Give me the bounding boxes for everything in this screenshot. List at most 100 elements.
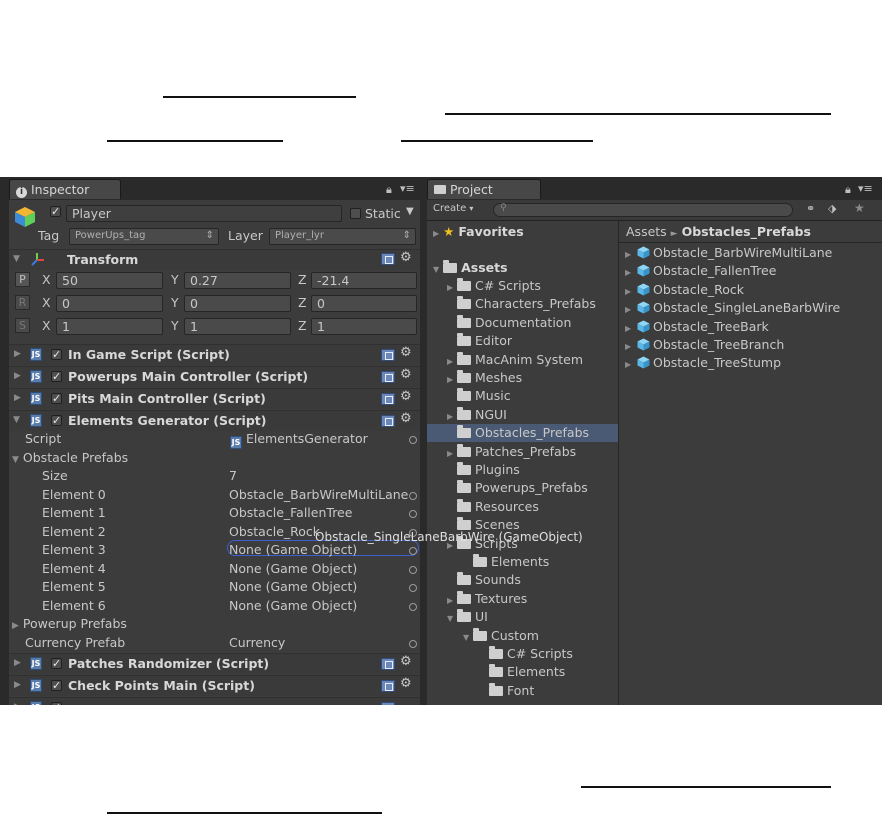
prefab-item[interactable]: ▶ Obstacle_TreeStump <box>625 355 781 370</box>
tree-item[interactable]: Music <box>447 388 511 403</box>
panel-menu-icon[interactable]: ▾≡ <box>858 182 873 195</box>
favorite-star-icon[interactable]: ★ <box>854 201 865 215</box>
prefab-item[interactable]: ▶ Obstacle_FallenTree <box>625 263 776 278</box>
position-y-field[interactable]: 0.27 <box>184 272 291 289</box>
rotation-y-field[interactable]: 0 <box>184 295 291 312</box>
element-object-field[interactable]: None (Game Object) <box>229 598 357 613</box>
transform-header[interactable]: ▼ Transform ⚙ <box>9 249 420 270</box>
currency-prefab-field[interactable]: Currency <box>229 635 285 650</box>
tree-item[interactable]: Sounds <box>447 572 521 587</box>
element-object-field[interactable]: Obstacle_FallenTree <box>229 505 352 520</box>
component-in-game-script[interactable]: ▶ JS ✓ In Game Script (Script) ⚙ <box>9 344 420 365</box>
position-x-field[interactable]: 50 <box>56 272 163 289</box>
help-book-icon[interactable] <box>381 371 395 383</box>
tree-item[interactable]: ▶ Patches_Prefabs <box>447 443 576 459</box>
element-object-field[interactable]: Obstacle_BarbWireMultiLane <box>229 487 408 502</box>
filter-type-icon[interactable]: ⚭ <box>806 202 815 215</box>
object-picker-icon[interactable] <box>409 640 417 648</box>
object-name-field[interactable]: Player <box>66 205 342 222</box>
gear-icon[interactable]: ⚙ <box>400 250 412 265</box>
help-book-icon[interactable] <box>381 680 395 692</box>
rotation-x-field[interactable]: 0 <box>56 295 163 312</box>
tree-item[interactable]: Plugins <box>447 462 520 477</box>
fold-closed-icon[interactable]: ▶ <box>14 680 21 690</box>
scale-x-field[interactable]: 1 <box>56 318 163 335</box>
element-object-field[interactable]: Obstacle_Rock <box>229 524 320 539</box>
tree-item[interactable]: Powerups_Prefabs <box>447 480 588 495</box>
object-picker-icon[interactable] <box>409 566 417 574</box>
fold-open-icon[interactable]: ▼ <box>13 415 20 425</box>
tree-item[interactable]: Elements <box>463 554 549 569</box>
help-book-icon[interactable] <box>381 393 395 405</box>
breadcrumb-root[interactable]: Assets <box>626 224 667 239</box>
position-button[interactable]: P <box>15 272 30 287</box>
panel-menu-icon[interactable]: ▾≡ <box>400 182 415 195</box>
component-pits-main-controller[interactable]: ▶ JS ✓ Pits Main Controller (Script) ⚙ <box>9 388 420 409</box>
component-row-partial[interactable]: ▶ JS ✓ <box>9 697 420 705</box>
component-check-points-main[interactable]: ▶ JS ✓ Check Points Main (Script) ⚙ <box>9 675 420 696</box>
help-book-icon[interactable] <box>381 658 395 670</box>
favorites-item[interactable]: ▶ ★ Favorites <box>433 224 524 239</box>
tree-item[interactable]: Documentation <box>447 314 571 330</box>
enabled-checkbox[interactable]: ✓ <box>51 371 62 382</box>
powerup-prefabs-foldout[interactable]: ▶ Powerup Prefabs <box>12 616 127 631</box>
prefab-item[interactable]: ▶ Obstacle_BarbWireMultiLane <box>625 245 832 260</box>
help-book-icon[interactable] <box>381 415 395 427</box>
fold-closed-icon[interactable]: ▶ <box>14 371 21 381</box>
tree-item[interactable]: ▶ Textures <box>447 590 527 606</box>
filter-label-icon[interactable]: ⬗ <box>828 202 836 215</box>
create-button[interactable]: Create ▾ <box>433 203 473 214</box>
element-object-field[interactable]: None (Game Object) <box>229 579 357 594</box>
enabled-checkbox[interactable]: ✓ <box>51 702 62 705</box>
scale-button[interactable]: S <box>15 318 30 333</box>
help-book-icon[interactable] <box>381 702 395 705</box>
rotation-button[interactable]: R <box>15 295 30 310</box>
tree-item[interactable]: ▶ Meshes <box>447 370 522 385</box>
tree-item[interactable]: ▼ Custom <box>463 627 539 643</box>
gear-icon[interactable]: ⚙ <box>400 345 412 360</box>
component-elements-generator[interactable]: ▼ JS ✓ Elements Generator (Script) ⚙ <box>9 410 420 431</box>
scale-y-field[interactable]: 1 <box>184 318 291 335</box>
tree-item[interactable]: ▶ NGUI <box>447 406 507 422</box>
search-input[interactable]: ⚲ <box>493 203 793 217</box>
layer-dropdown[interactable]: Player_lyr ⇕ <box>269 228 416 245</box>
tree-item[interactable]: ▼ UI <box>447 609 488 624</box>
tree-item[interactable]: Editor <box>447 333 512 348</box>
tree-item[interactable]: Elements <box>479 664 565 679</box>
component-patches-randomizer[interactable]: ▶ JS ✓ Patches Randomizer (Script) ⚙ <box>9 653 420 674</box>
active-checkbox[interactable]: ✓ <box>50 206 61 217</box>
prefab-item[interactable]: ▶ Obstacle_TreeBark <box>625 319 769 334</box>
position-z-field[interactable]: -21.4 <box>311 272 417 289</box>
breadcrumb-current[interactable]: Obstacles_Prefabs <box>682 224 811 239</box>
script-object-field[interactable]: JS ElementsGenerator <box>230 431 368 449</box>
help-book-icon[interactable] <box>381 349 395 361</box>
enabled-checkbox[interactable]: ✓ <box>51 415 62 426</box>
enabled-checkbox[interactable]: ✓ <box>51 393 62 404</box>
tree-item[interactable]: Resources <box>447 498 539 514</box>
tree-item[interactable]: C# Scripts <box>479 646 573 661</box>
enabled-checkbox[interactable]: ✓ <box>51 658 62 669</box>
object-picker-icon[interactable] <box>409 584 417 592</box>
assets-item[interactable]: ▼ Assets <box>433 260 508 275</box>
tab-inspector[interactable]: i Inspector <box>9 179 121 199</box>
prefab-item[interactable]: ▶ Obstacle_SingleLaneBarbWire <box>625 300 840 315</box>
obstacle-prefabs-foldout[interactable]: ▼ Obstacle Prefabs <box>12 450 128 465</box>
gear-icon[interactable]: ⚙ <box>400 654 412 669</box>
component-powerups-main-controller[interactable]: ▶ JS ✓ Powerups Main Controller (Script)… <box>9 366 420 387</box>
element-object-field[interactable]: None (Game Object) <box>229 561 357 576</box>
prefab-item[interactable]: ▶ Obstacle_Rock <box>625 282 744 297</box>
fold-closed-icon[interactable]: ▶ <box>14 658 21 668</box>
object-picker-icon[interactable] <box>409 603 417 611</box>
tab-project[interactable]: Project <box>427 179 541 199</box>
scale-z-field[interactable]: 1 <box>311 318 417 335</box>
object-picker-icon[interactable] <box>409 492 417 500</box>
lock-icon[interactable]: 🔒︎ <box>845 183 851 197</box>
enabled-checkbox[interactable]: ✓ <box>51 349 62 360</box>
tree-item[interactable]: ▶ MacAnim System <box>447 351 583 367</box>
object-picker-icon[interactable] <box>409 436 417 444</box>
help-book-icon[interactable] <box>381 253 395 265</box>
tree-item[interactable]: Obstacles_Prefabs <box>447 425 589 440</box>
tree-item[interactable]: Characters_Prefabs <box>447 296 596 311</box>
prefab-item[interactable]: ▶ Obstacle_TreeBranch <box>625 337 784 352</box>
rotation-z-field[interactable]: 0 <box>311 295 417 312</box>
